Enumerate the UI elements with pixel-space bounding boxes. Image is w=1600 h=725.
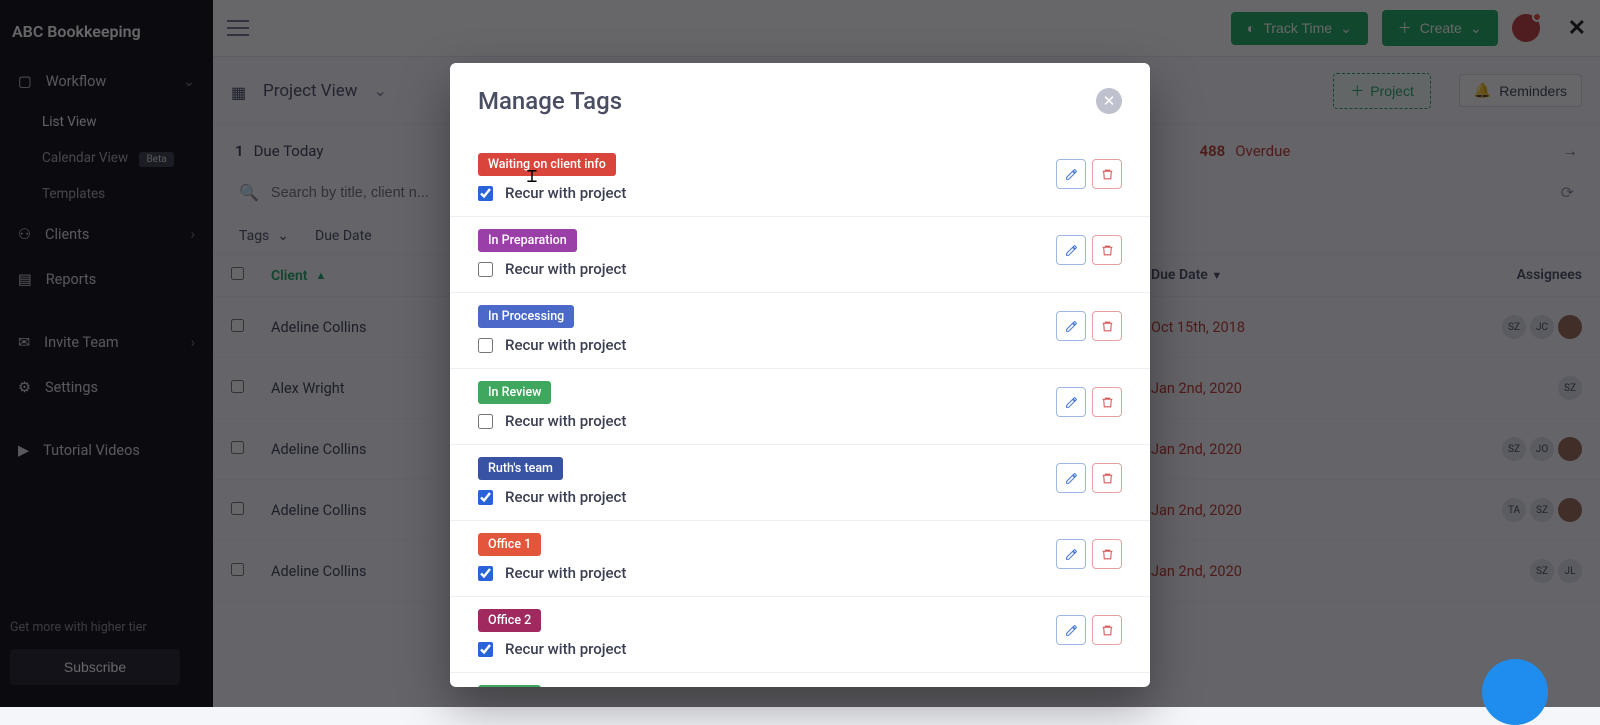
edit-tag-button[interactable] (1056, 159, 1086, 189)
edit-tag-button[interactable] (1056, 235, 1086, 265)
delete-tag-button[interactable] (1092, 463, 1122, 493)
delete-tag-button[interactable] (1092, 159, 1122, 189)
recur-label: Recur with project (505, 412, 626, 430)
recur-label: Recur with project (505, 260, 626, 278)
recur-label: Recur with project (505, 564, 626, 582)
tag-row: Office 1 Recur with project (450, 521, 1150, 597)
tag-row: Ruth's team Recur with project (450, 445, 1150, 521)
recur-checkbox[interactable] (478, 338, 493, 353)
edit-tag-button[interactable] (1056, 463, 1086, 493)
recur-label: Recur with project (505, 336, 626, 354)
modal-title: Manage Tags (478, 87, 622, 115)
edit-tag-button[interactable] (1056, 615, 1086, 645)
manage-tags-modal: Manage Tags ✕ Waiting on client info Rec… (450, 63, 1150, 687)
modal-header: Manage Tags ✕ (450, 63, 1150, 135)
edit-tag-button[interactable] (1056, 311, 1086, 341)
tag-chip: Waiting on client info (478, 153, 616, 176)
tag-chip: Office 3 (478, 685, 541, 687)
recur-checkbox[interactable] (478, 490, 493, 505)
recur-checkbox[interactable] (478, 262, 493, 277)
delete-tag-button[interactable] (1092, 539, 1122, 569)
tag-row: In Preparation Recur with project (450, 217, 1150, 293)
recur-label: Recur with project (505, 184, 626, 202)
delete-tag-button[interactable] (1092, 615, 1122, 645)
recur-checkbox[interactable] (478, 642, 493, 657)
delete-tag-button[interactable] (1092, 387, 1122, 417)
tag-chip: Office 2 (478, 609, 541, 632)
tag-chip: In Preparation (478, 229, 577, 252)
tag-chip: In Review (478, 381, 551, 404)
modal-close-button[interactable]: ✕ (1096, 88, 1122, 114)
recur-label: Recur with project (505, 640, 626, 658)
tag-row: Waiting on client info Recur with projec… (450, 141, 1150, 217)
tag-chip: Ruth's team (478, 457, 563, 480)
edit-tag-button[interactable] (1056, 539, 1086, 569)
tag-row: In Processing Recur with project (450, 293, 1150, 369)
tag-chip: Office 1 (478, 533, 541, 556)
fab-button[interactable] (1482, 659, 1548, 725)
close-icon: ✕ (1103, 92, 1116, 110)
recur-checkbox[interactable] (478, 186, 493, 201)
recur-checkbox[interactable] (478, 414, 493, 429)
modal-overlay[interactable]: Manage Tags ✕ Waiting on client info Rec… (0, 0, 1600, 707)
tag-chip: In Processing (478, 305, 574, 328)
edit-tag-button[interactable] (1056, 387, 1086, 417)
tag-row: Office 2 Recur with project (450, 597, 1150, 673)
delete-tag-button[interactable] (1092, 235, 1122, 265)
tag-row: In Review Recur with project (450, 369, 1150, 445)
recur-label: Recur with project (505, 488, 626, 506)
tag-row: Office 3 Recur with project (450, 673, 1150, 687)
delete-tag-button[interactable] (1092, 311, 1122, 341)
tag-list: Waiting on client info Recur with projec… (450, 135, 1150, 687)
recur-checkbox[interactable] (478, 566, 493, 581)
